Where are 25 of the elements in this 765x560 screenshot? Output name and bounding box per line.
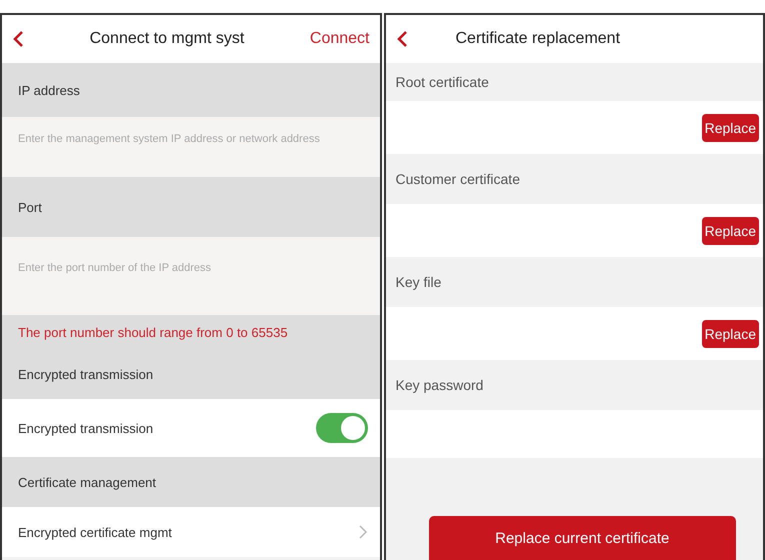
input-field[interactable]: Enter the port number of the IP address [2, 237, 380, 315]
connect-link[interactable]: Connect [310, 30, 370, 48]
row-label: Encrypted transmission [18, 420, 154, 436]
screen-title: Certificate replacement [454, 30, 622, 48]
field-label: Root certificate [396, 74, 489, 90]
replace-button[interactable]: Replace [702, 320, 759, 348]
input-field[interactable]: Enter the management system IP address or network address [2, 117, 380, 177]
section-title: Encrypted transmission [18, 366, 154, 382]
section-title: IP address [18, 82, 80, 98]
screen-title: Connect to mgmt syst [88, 30, 246, 48]
section-title: Certificate management [18, 474, 156, 490]
back-icon[interactable] [12, 30, 24, 48]
section-title: Port [18, 200, 42, 214]
chevron-icon[interactable] [358, 524, 368, 540]
replace-button[interactable]: Replace [702, 216, 759, 244]
field-label: Customer certificate [396, 171, 520, 187]
password-field[interactable] [386, 410, 763, 458]
row-label: Encrypted certificate mgmt [18, 524, 172, 540]
replace-button[interactable]: Replace [702, 114, 759, 142]
back-icon[interactable] [396, 30, 408, 48]
field-label: Key file [396, 274, 442, 290]
replace-certificate-button[interactable]: Replace current certificate [428, 516, 736, 560]
toggle-switch[interactable] [316, 413, 368, 443]
error-message: The port number should range from 0 to 65535 [18, 324, 288, 340]
field-label: Key password [396, 377, 484, 393]
